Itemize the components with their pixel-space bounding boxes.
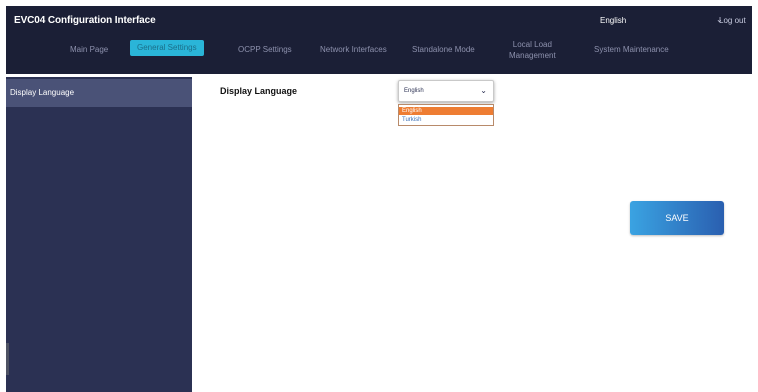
app-title: EVC04 Configuration Interface	[14, 15, 156, 26]
option-turkish[interactable]: Turkish	[399, 116, 493, 124]
save-button[interactable]: SAVE	[630, 201, 724, 235]
nav-standalone-mode[interactable]: Standalone Mode	[412, 44, 475, 55]
nav-system-maintenance[interactable]: System Maintenance	[594, 44, 669, 55]
language-switcher[interactable]: English	[600, 16, 626, 25]
nav-local-load-management[interactable]: Local Load Management	[509, 39, 556, 61]
nav-network-interfaces[interactable]: Network Interfaces	[320, 44, 387, 55]
display-language-label: Display Language	[220, 86, 298, 96]
language-dropdown-list: English Turkish	[398, 104, 494, 126]
top-navigation-bar: EVC04 Configuration Interface English ⌄ …	[6, 6, 752, 74]
sidebar-item-display-language[interactable]: Display Language	[6, 79, 192, 107]
chevron-down-icon: ⌄	[480, 86, 487, 95]
nav-main-page[interactable]: Main Page	[70, 44, 108, 55]
nav-ocpp-settings[interactable]: OCPP Settings	[238, 44, 292, 55]
main-nav: Main Page General Settings OCPP Settings…	[6, 36, 752, 70]
option-english[interactable]: English	[399, 107, 493, 115]
select-value: English	[404, 88, 424, 94]
display-language-select[interactable]: English ⌄	[398, 80, 494, 102]
sidebar: Display Language	[6, 77, 192, 392]
configuration-window: EVC04 Configuration Interface English ⌄ …	[0, 0, 758, 392]
logout-link[interactable]: Log out	[719, 16, 746, 25]
nav-general-settings[interactable]: General Settings	[130, 40, 204, 56]
sidebar-edge-handle	[6, 343, 9, 375]
